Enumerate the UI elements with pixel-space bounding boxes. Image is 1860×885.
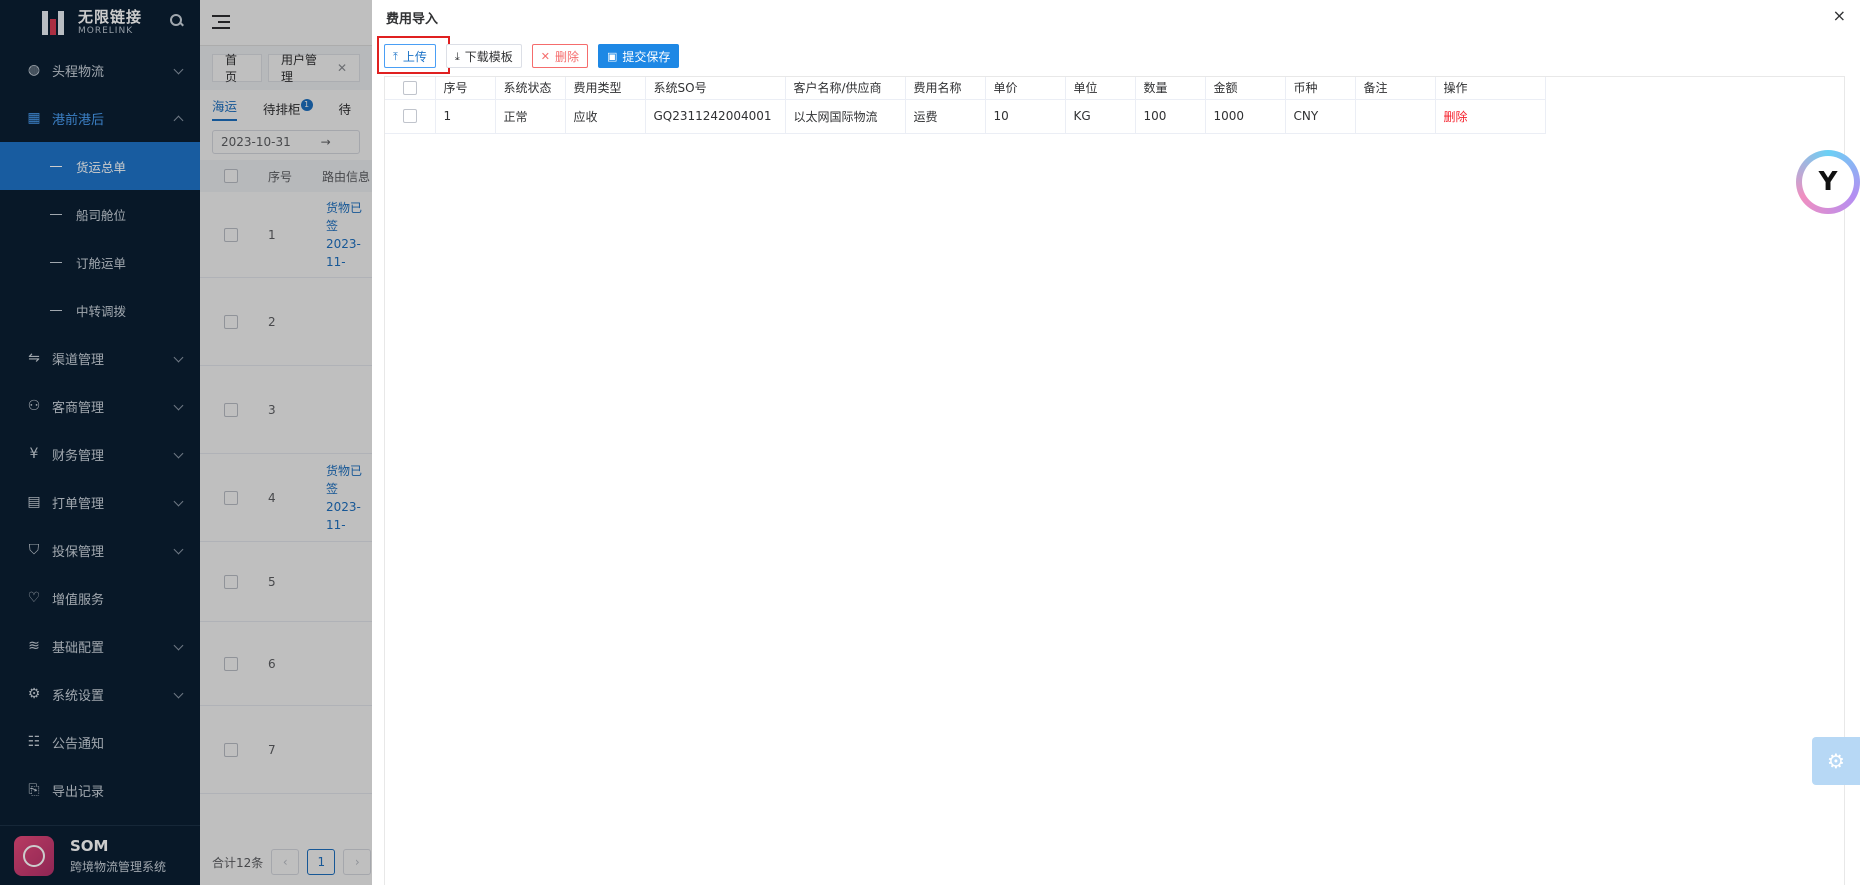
cell-remark bbox=[1355, 99, 1436, 134]
submit-label: 提交保存 bbox=[622, 49, 671, 64]
upload-button[interactable]: ⤒ 上传 bbox=[384, 44, 436, 68]
table-row[interactable]: 1 正常 应收 GQ2311242004001 以太网国际物流 运费 10 KG… bbox=[385, 99, 1546, 134]
cell-unit-price: 10 bbox=[985, 99, 1066, 134]
fee-table-container: 序号 系统状态 费用类型 系统SO号 客户名称/供应商 费用名称 单价 单位 数… bbox=[384, 76, 1845, 885]
cell-action: 删除 bbox=[1435, 99, 1546, 134]
cell-amount: 1000 bbox=[1205, 99, 1286, 134]
submit-save-button[interactable]: ▣ 提交保存 bbox=[598, 44, 680, 68]
cell-fee-type: 应收 bbox=[565, 99, 646, 134]
download-icon: ⤓ bbox=[454, 49, 460, 63]
row-delete-link[interactable]: 删除 bbox=[1444, 110, 1468, 124]
select-all-checkbox[interactable] bbox=[402, 81, 417, 95]
cell-status: 正常 bbox=[495, 99, 566, 134]
row-select bbox=[385, 99, 436, 134]
col-so-number: 系统SO号 bbox=[645, 77, 786, 100]
cell-seq: 1 bbox=[435, 99, 496, 134]
close-icon: ✕ bbox=[540, 49, 550, 63]
col-remark: 备注 bbox=[1355, 77, 1436, 100]
assistant-logo-icon: Y bbox=[1802, 156, 1854, 208]
sidebar-mask bbox=[0, 0, 200, 885]
fee-table: 序号 系统状态 费用类型 系统SO号 客户名称/供应商 费用名称 单价 单位 数… bbox=[385, 77, 1546, 134]
cell-fee-name: 运费 bbox=[905, 99, 986, 134]
save-icon: ▣ bbox=[607, 49, 618, 63]
col-customer: 客户名称/供应商 bbox=[785, 77, 906, 100]
upload-icon: ⤒ bbox=[393, 49, 398, 63]
download-label: 下载模板 bbox=[464, 49, 513, 64]
col-quantity: 数量 bbox=[1135, 77, 1206, 100]
drawer-title: 费用导入 bbox=[386, 12, 439, 27]
col-fee-name: 费用名称 bbox=[905, 77, 986, 100]
col-action: 操作 bbox=[1435, 77, 1546, 100]
cell-unit: KG bbox=[1065, 99, 1136, 134]
col-amount: 金额 bbox=[1205, 77, 1286, 100]
col-seq: 序号 bbox=[435, 77, 496, 100]
fee-import-drawer: 费用导入 × ⤒ 上传 ⤓ 下载模板 ✕ 删除 ▣ 提交保存 序号 系统状态 费… bbox=[372, 0, 1860, 885]
upload-label: 上传 bbox=[402, 49, 427, 64]
settings-float-gear-icon[interactable]: ⚙ bbox=[1812, 737, 1860, 785]
modal-mask[interactable] bbox=[200, 0, 372, 885]
download-template-button[interactable]: ⤓ 下载模板 bbox=[445, 44, 522, 68]
col-currency: 币种 bbox=[1285, 77, 1356, 100]
cell-so-number: GQ2311242004001 bbox=[645, 99, 786, 134]
cell-currency: CNY bbox=[1285, 99, 1356, 134]
col-select bbox=[385, 77, 436, 100]
delete-button[interactable]: ✕ 删除 bbox=[531, 44, 589, 68]
col-unit-price: 单价 bbox=[985, 77, 1066, 100]
col-unit: 单位 bbox=[1065, 77, 1136, 100]
col-fee-type: 费用类型 bbox=[565, 77, 646, 100]
table-header-row: 序号 系统状态 费用类型 系统SO号 客户名称/供应商 费用名称 单价 单位 数… bbox=[385, 77, 1546, 100]
close-icon[interactable]: × bbox=[1833, 6, 1846, 25]
assistant-float-icon[interactable]: Y bbox=[1796, 150, 1860, 214]
col-system-status: 系统状态 bbox=[495, 77, 566, 100]
toolbar: ⤒ 上传 ⤓ 下载模板 ✕ 删除 ▣ 提交保存 bbox=[384, 44, 680, 68]
cell-quantity: 100 bbox=[1135, 99, 1206, 134]
delete-label: 删除 bbox=[555, 49, 580, 64]
cell-customer: 以太网国际物流 bbox=[785, 99, 906, 134]
row-checkbox[interactable] bbox=[402, 109, 417, 124]
